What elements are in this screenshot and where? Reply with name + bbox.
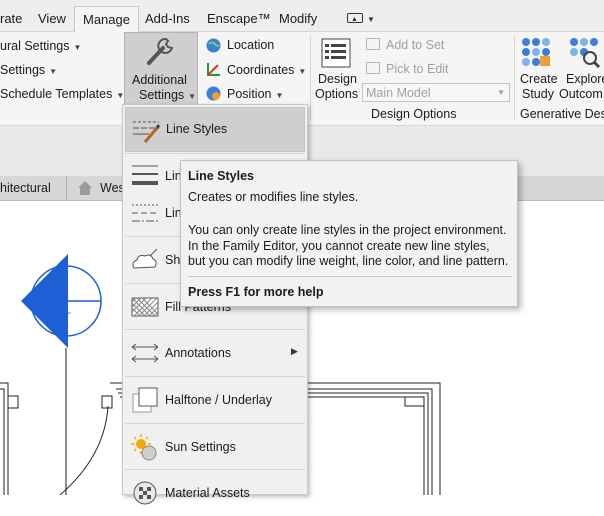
tab-manage[interactable]: Manage xyxy=(74,6,139,32)
ribbon-separator xyxy=(310,36,311,120)
add-to-set-icon xyxy=(366,38,380,50)
menu-separator xyxy=(125,329,305,330)
structural-settings-button[interactable]: ural Settings ▼ xyxy=(0,39,81,53)
main-model-value: Main Model xyxy=(366,86,431,100)
submenu-arrow-icon: ▶ xyxy=(291,346,298,356)
design-options-icon xyxy=(321,38,351,68)
pick-to-edit-button[interactable]: Pick to Edit xyxy=(386,62,449,76)
sheet-issues-icon xyxy=(132,248,158,269)
halftone-icon xyxy=(132,387,158,413)
material-assets-icon xyxy=(133,481,157,505)
location-globe-icon xyxy=(206,38,221,53)
toggle-arrow-icon: ▲ xyxy=(351,16,358,23)
chevron-down-icon[interactable]: ▼ xyxy=(367,15,375,24)
explore-outcomes-label-2[interactable]: Outcom xyxy=(559,87,603,101)
line-styles-icon xyxy=(133,121,161,143)
line-patterns-icon xyxy=(132,204,158,222)
menu-item-label: Line Styles xyxy=(166,122,228,136)
fill-patterns-icon xyxy=(131,297,159,317)
main-model-select[interactable]: Main Model ▼ xyxy=(362,83,510,102)
menu-separator xyxy=(125,376,305,377)
elevation-marker[interactable] xyxy=(21,254,102,348)
create-study-icon xyxy=(522,38,550,66)
panel-schedule-templates-button[interactable]: Schedule Templates ▼ xyxy=(0,87,124,101)
mep-settings-button[interactable]: Settings ▼ xyxy=(0,63,57,77)
menu-separator xyxy=(125,423,305,424)
explore-outcomes-label-1[interactable]: Explore xyxy=(566,72,604,86)
tooltip-body: You can only create line styles in the p… xyxy=(188,223,509,268)
additional-settings-label-2: Settings ▼ xyxy=(139,88,197,102)
additional-settings-label-1: Additional xyxy=(132,73,187,87)
tooltip-divider xyxy=(188,276,512,277)
menu-item-label: Annotations xyxy=(165,346,232,360)
tab-enscape[interactable]: Enscape™ xyxy=(207,11,271,26)
view-tab-divider xyxy=(66,176,67,200)
menu-item-sun-settings[interactable]: Sun Settings xyxy=(125,425,305,470)
design-options-panel-title: Design Options xyxy=(371,107,457,121)
coordinates-icon xyxy=(207,63,220,76)
menu-item-annotations[interactable]: Annotations ▶ xyxy=(125,331,305,376)
tooltip-subtitle: Creates or modifies line styles. xyxy=(188,190,359,204)
line-weights-icon xyxy=(132,165,158,185)
section-marker-top-label: - xyxy=(64,286,68,298)
annotations-icon xyxy=(131,343,159,363)
menu-item-material-assets[interactable]: Material Assets xyxy=(125,471,305,516)
elevation-view-icon xyxy=(78,181,92,195)
menu-item-halftone-underlay[interactable]: Halftone / Underlay xyxy=(125,378,305,423)
wrench-icon xyxy=(147,37,174,65)
chevron-down-icon: ▼ xyxy=(497,88,505,97)
generative-design-panel-title: Generative Desig xyxy=(520,107,604,121)
tooltip-title: Line Styles xyxy=(188,169,254,183)
sun-settings-icon xyxy=(131,434,157,461)
design-options-label-2[interactable]: Options xyxy=(315,87,358,101)
location-button[interactable]: Location xyxy=(227,38,274,52)
position-globe-icon xyxy=(206,86,221,101)
menu-item-label: Material Assets xyxy=(165,486,250,500)
tab-view[interactable]: View xyxy=(38,11,66,26)
ribbon-tab-bar: rate View Manage Add-Ins Enscape™ Modify… xyxy=(0,0,604,32)
tab-modify[interactable]: Modify xyxy=(279,11,317,26)
menu-item-line-styles[interactable]: Line Styles xyxy=(125,107,305,152)
line-styles-tooltip: Line Styles Creates or modifies line sty… xyxy=(180,160,518,307)
design-options-label-1[interactable]: Design xyxy=(318,72,357,86)
tab-collaborate[interactable]: rate xyxy=(0,11,22,26)
pick-to-edit-icon xyxy=(366,62,380,74)
tooltip-help-hint: Press F1 for more help xyxy=(188,285,324,299)
add-to-set-button[interactable]: Add to Set xyxy=(386,38,444,52)
position-button[interactable]: Position ▼ xyxy=(227,87,283,101)
coordinates-button[interactable]: Coordinates ▼ xyxy=(227,63,306,77)
menu-item-label: Sun Settings xyxy=(165,440,236,454)
create-study-label-1[interactable]: Create xyxy=(520,72,558,86)
ribbon-separator xyxy=(514,36,515,120)
menu-item-label: Halftone / Underlay xyxy=(165,393,273,407)
create-study-label-2[interactable]: Study xyxy=(522,87,554,101)
menu-separator xyxy=(125,469,305,470)
explore-outcomes-icon xyxy=(570,38,601,68)
tab-add-ins[interactable]: Add-Ins xyxy=(145,11,190,26)
section-marker-bottom-label: --- xyxy=(60,307,71,319)
additional-settings-button[interactable]: Additional Settings ▼ xyxy=(124,32,198,106)
view-tab-architectural[interactable]: hitectural xyxy=(0,181,51,195)
